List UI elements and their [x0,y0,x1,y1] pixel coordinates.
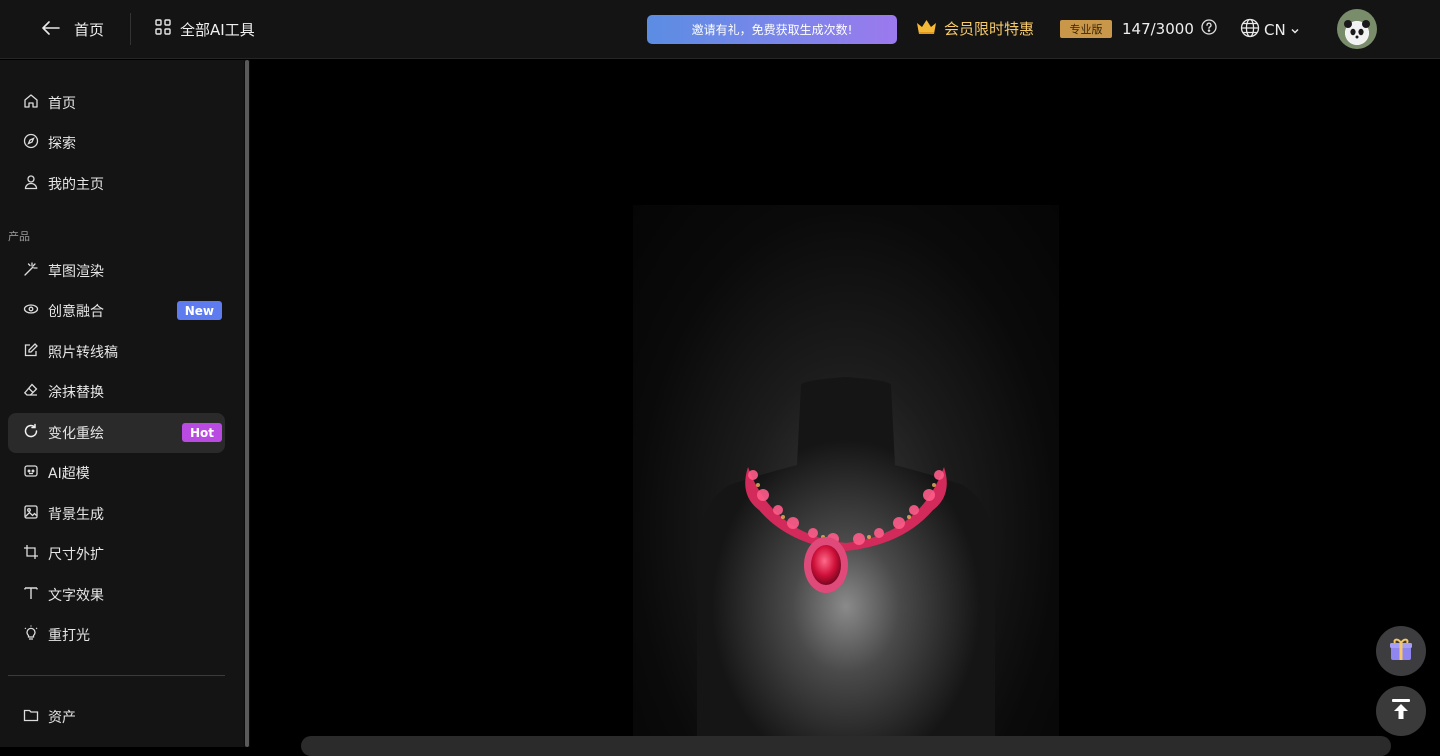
sidebar-item-label: AI超模 [48,466,90,482]
vip-offer-link[interactable]: 会员限时特惠 [916,18,1034,39]
sidebar-item-size-expand[interactable]: 尺寸外扩 [8,534,225,574]
sidebar-item-label: 背景生成 [48,507,104,523]
vip-offer-label: 会员限时特惠 [944,20,1035,38]
sidebar-item-relight[interactable]: 重打光 [8,615,225,655]
refresh-icon [23,423,39,443]
magic-wand-icon [23,261,39,281]
sidebar-item-label: 首页 [48,96,76,112]
sidebar-item-ai-model[interactable]: AI超模 [8,453,225,493]
sidebar-item-label: 探索 [48,136,76,152]
compass-icon [23,133,39,153]
sidebar-item-variation-redraw[interactable]: 变化重绘 Hot [8,413,225,453]
hot-badge: Hot [181,423,222,442]
crop-icon [23,544,39,564]
section-label-products: 产品 [8,230,30,243]
globe-icon [1240,18,1260,42]
text-icon [23,585,39,605]
sidebar-item-label: 重打光 [48,628,90,644]
help-icon[interactable] [1201,19,1217,39]
user-avatar[interactable] [1337,9,1377,49]
robot-icon [23,463,39,483]
grid-icon [155,19,171,39]
invite-banner-text: 邀请有礼，免费获取生成次数! [691,23,853,37]
home-icon [23,93,39,113]
folder-icon [23,707,39,727]
sidebar-item-label: 照片转线稿 [48,345,118,361]
sidebar-item-home[interactable]: 首页 [8,83,225,123]
language-selector[interactable]: CN [1240,18,1300,42]
crown-icon [916,19,937,39]
sidebar-item-label: 我的主页 [48,177,104,193]
quota-value: 147/3000 [1122,20,1194,38]
sidebar-item-label: 尺寸外扩 [48,547,104,563]
bottom-toolbar[interactable] [301,736,1391,756]
gift-button[interactable] [1376,626,1426,676]
sidebar-item-sketch-render[interactable]: 草图渲染 [8,251,225,291]
necklace-photo [633,205,1059,747]
sidebar-item-text-effect[interactable]: 文字效果 [8,575,225,615]
sidebar-item-explore[interactable]: 探索 [8,123,225,163]
quota-display: 147/3000 [1122,19,1217,39]
sidebar-item-label: 涂抹替换 [48,385,104,401]
sidebar-item-label: 资产 [48,710,76,726]
sidebar-item-label: 文字效果 [48,588,104,604]
header-divider [130,13,132,45]
new-badge: New [176,301,222,320]
sidebar-item-background-generate[interactable]: 背景生成 [8,494,225,534]
language-label: CN [1264,21,1286,39]
back-to-top-button[interactable] [1376,686,1426,736]
sidebar-divider [8,675,225,676]
back-home-button[interactable]: 首页 [42,19,104,40]
all-ai-tools-button[interactable]: 全部AI工具 [155,19,255,40]
all-ai-tools-label: 全部AI工具 [180,20,255,39]
user-icon [23,174,39,194]
sidebar: 首页 探索 我的主页 产品 草图渲染 创意融合 New 照片转线稿 涂抹替换 变… [0,60,244,747]
sidebar-scrollbar-thumb[interactable] [245,60,249,747]
sidebar-item-photo-to-lineart[interactable]: 照片转线稿 [8,332,225,372]
lightbulb-icon [23,625,39,645]
chevron-down-icon [1290,21,1300,39]
sidebar-item-label: 草图渲染 [48,264,104,280]
gift-icon [1388,636,1414,666]
back-home-label: 首页 [74,20,105,39]
eraser-icon [23,382,39,402]
blend-icon [23,301,39,321]
arrow-to-top-icon [1388,696,1414,726]
sidebar-item-label: 变化重绘 [48,426,104,442]
sidebar-item-creative-blend[interactable]: 创意融合 New [8,291,225,331]
sidebar-item-assets[interactable]: 资产 [8,697,225,737]
edit-square-icon [23,342,39,362]
image-icon [23,504,39,524]
sidebar-item-label: 创意融合 [48,304,104,320]
sidebar-item-smear-replace[interactable]: 涂抹替换 [8,372,225,412]
invite-banner-button[interactable]: 邀请有礼，免费获取生成次数! [647,15,897,44]
sidebar-item-my-profile[interactable]: 我的主页 [8,164,225,204]
arrow-left-icon [42,20,60,39]
plan-badge: 专业版 [1060,20,1112,38]
